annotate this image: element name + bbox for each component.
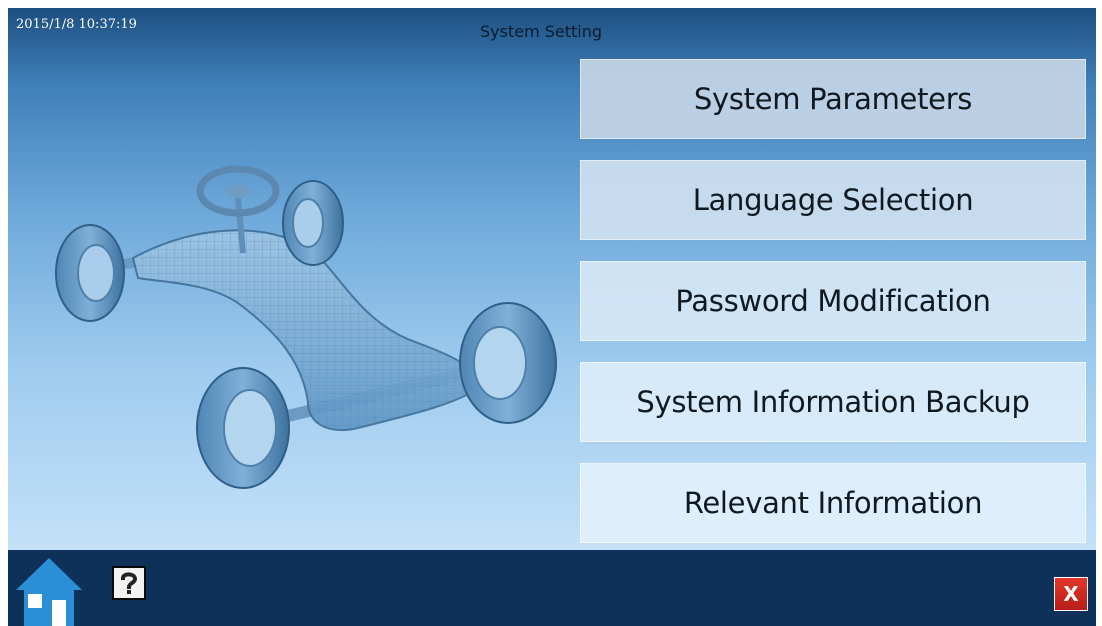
- car-chassis-image: [55, 165, 557, 489]
- system-parameters-button[interactable]: System Parameters: [580, 59, 1086, 139]
- settings-menu: System Parameters Language Selection Pas…: [580, 59, 1086, 550]
- datetime-label: 2015/1/8 10:37:19: [16, 17, 137, 32]
- home-icon: [16, 558, 82, 626]
- help-button[interactable]: [112, 566, 146, 600]
- close-icon: X: [1063, 582, 1079, 606]
- language-selection-button[interactable]: Language Selection: [580, 160, 1086, 240]
- main-area: 2015/1/8 10:37:19 System Setting System …: [8, 8, 1096, 550]
- system-setting-screen: 2015/1/8 10:37:19 System Setting System …: [8, 8, 1096, 626]
- system-information-backup-button[interactable]: System Information Backup: [580, 362, 1086, 442]
- relevant-information-button[interactable]: Relevant Information: [580, 463, 1086, 543]
- password-modification-button[interactable]: Password Modification: [580, 261, 1086, 341]
- home-button[interactable]: [14, 556, 84, 626]
- close-button[interactable]: X: [1054, 577, 1088, 611]
- help-icon: [120, 572, 138, 594]
- bottom-toolbar: X: [8, 550, 1096, 626]
- page-title: System Setting: [480, 22, 603, 41]
